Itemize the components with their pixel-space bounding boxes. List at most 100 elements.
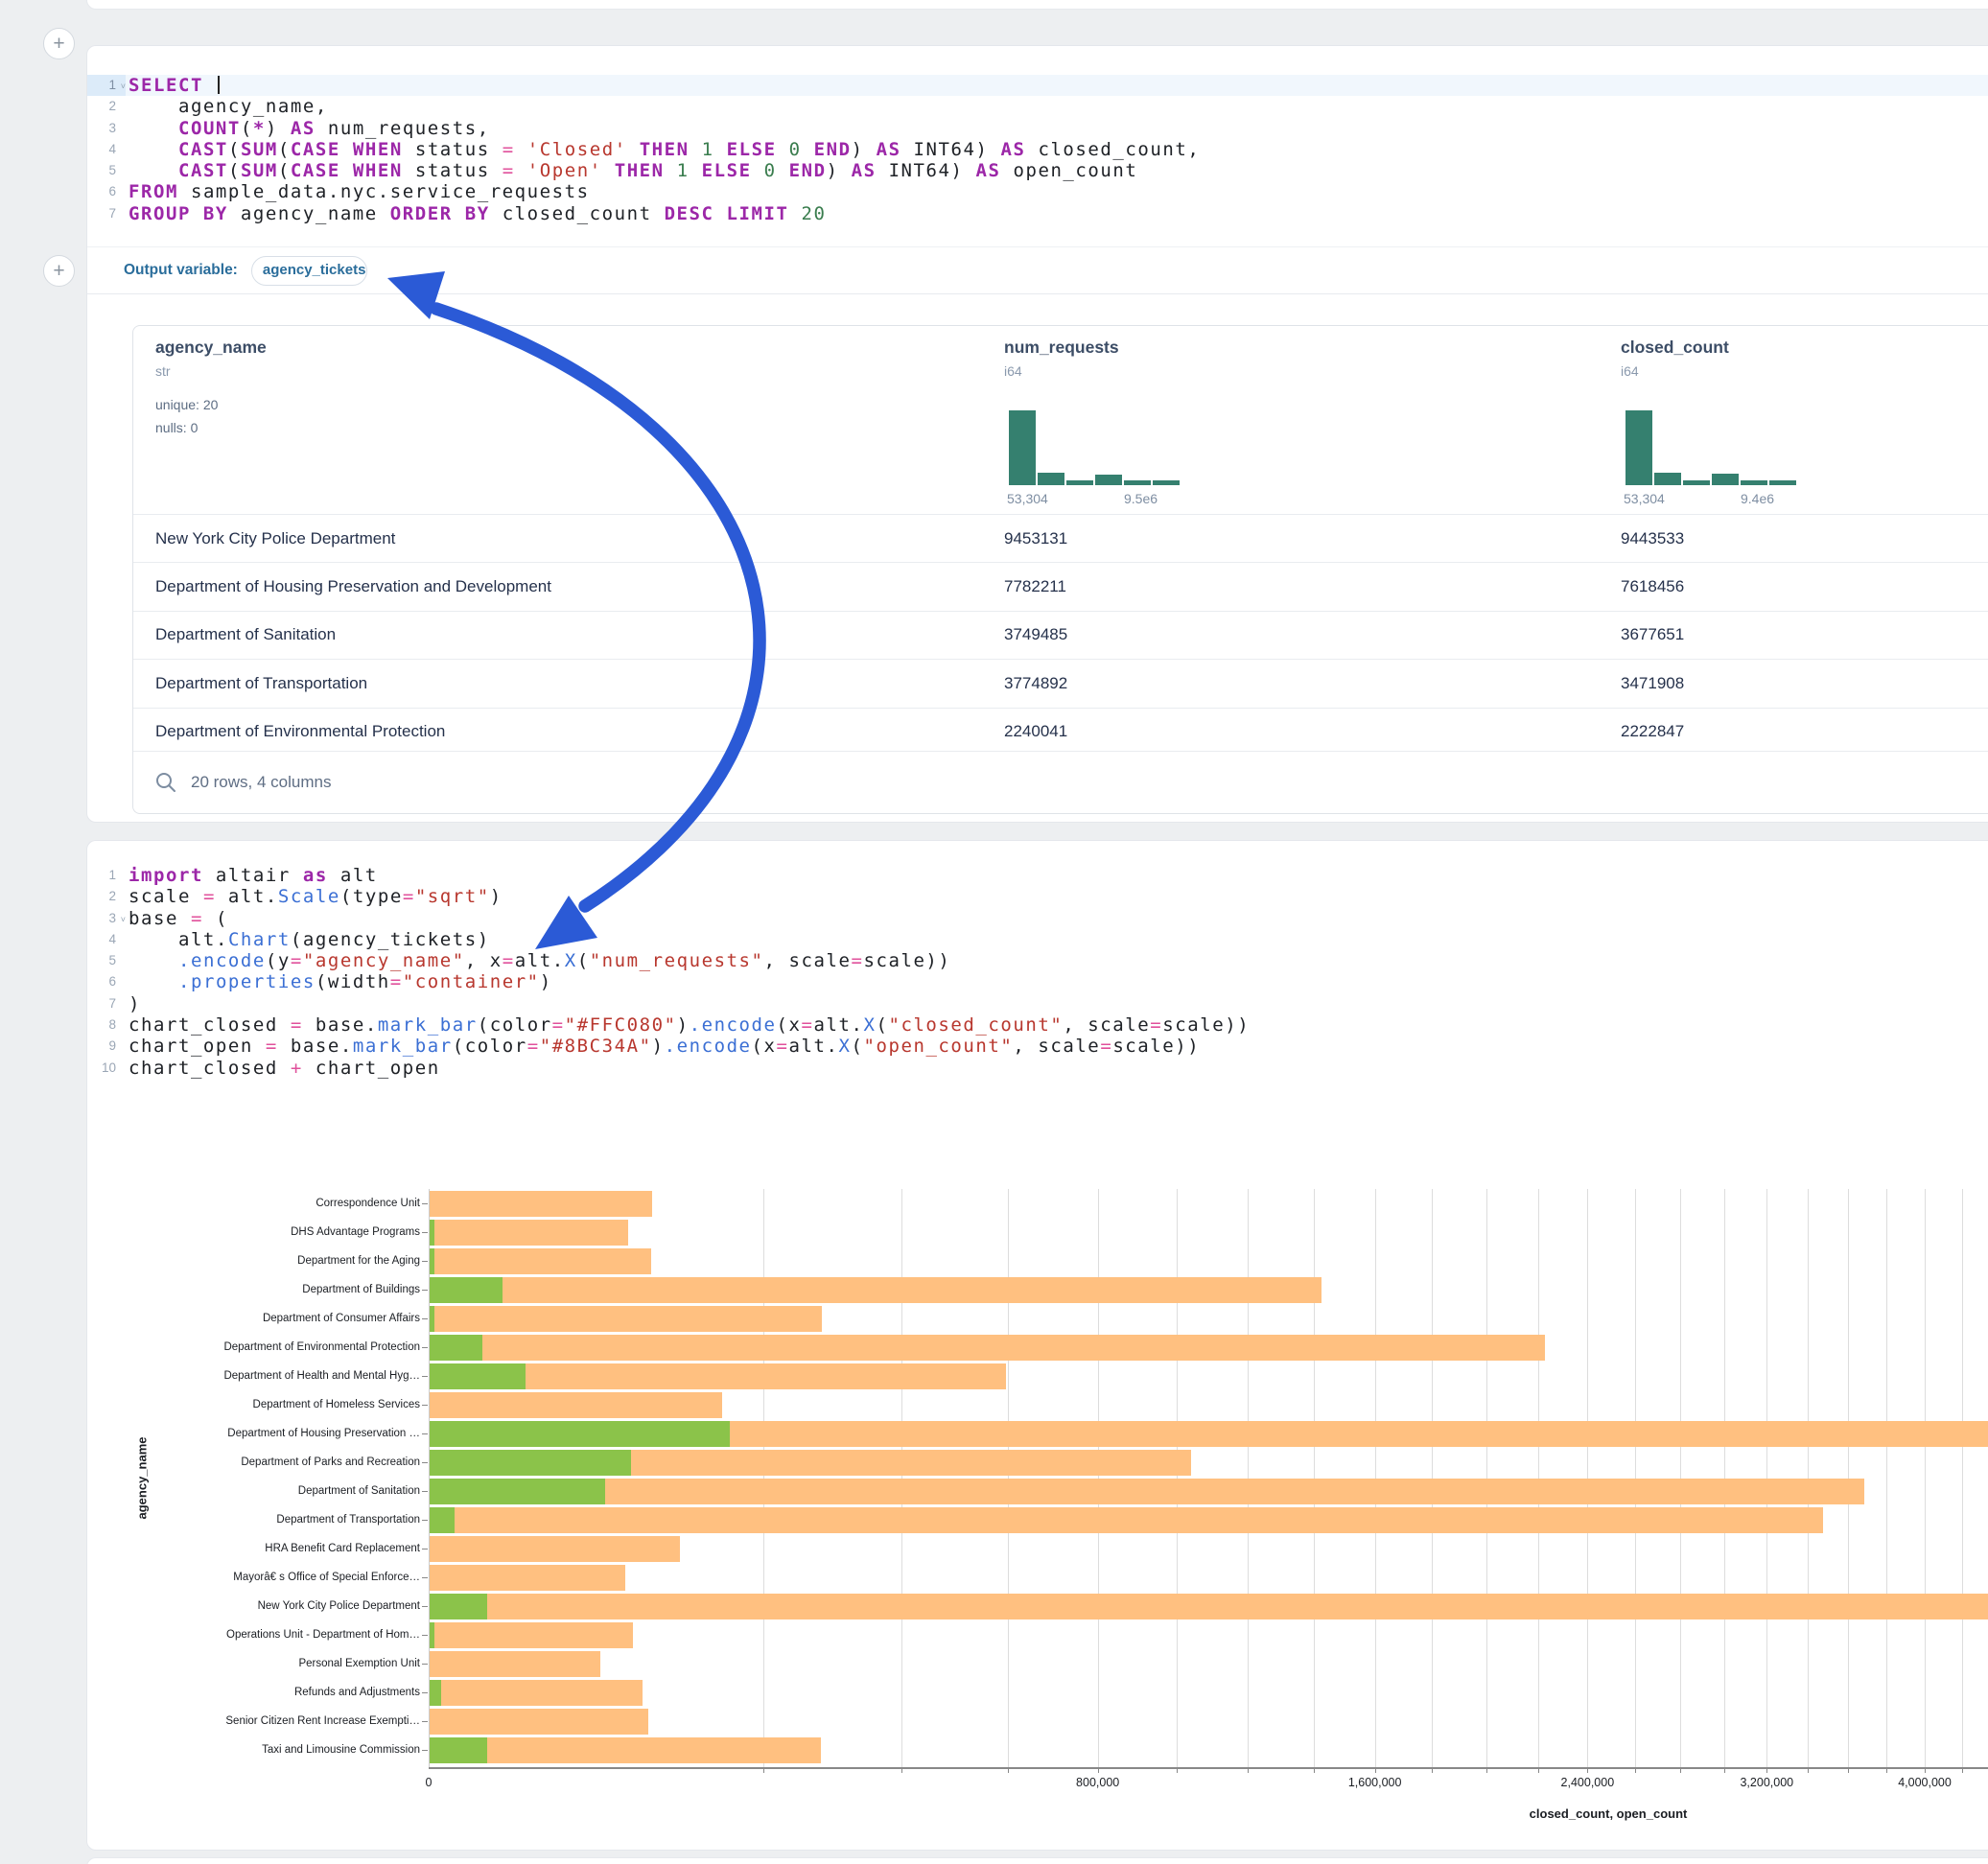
line-number: 3 (87, 118, 126, 139)
code-line[interactable]: 8chart_closed = base.mark_bar(color="#FF… (87, 1014, 1988, 1036)
add-block-button-middle[interactable]: + (43, 255, 75, 287)
table-row[interactable]: New York City Police Department 9453131 94… (133, 514, 1988, 562)
notebook-page: + + 1˅SELECT 2 agency_name,3 COUNT(*) AS… (0, 0, 1988, 1864)
code-line[interactable]: 6FROM sample_data.nyc.service_requests (87, 181, 1988, 202)
line-number: 9 (87, 1036, 126, 1057)
code-text: CAST(SUM(CASE WHEN status = 'Closed' THE… (126, 139, 1200, 160)
cell-value: 9453131 (1004, 529, 1067, 548)
code-line[interactable]: 4 alt.Chart(agency_tickets) (87, 929, 1988, 950)
cell-agency-name: Department of Sanitation (155, 625, 336, 644)
sql-result-area: New York City Police Department 9453131 94… (87, 294, 1988, 814)
histogram-max-label: 9.5e6 (1124, 491, 1158, 506)
code-line[interactable]: 2scale = alt.Scale(type="sqrt") (87, 886, 1988, 907)
code-line[interactable]: 9chart_open = base.mark_bar(color="#8BC3… (87, 1036, 1988, 1057)
cell-value: 2240041 (1004, 722, 1067, 741)
code-text: FROM sample_data.nyc.service_requests (126, 181, 590, 202)
column-type: i64 (1004, 363, 1022, 379)
sql-code-editor[interactable]: 1˅SELECT 2 agency_name,3 COUNT(*) AS num… (87, 46, 1988, 247)
output-variable-row: Output variable: agency_tickets (87, 247, 1988, 294)
code-line[interactable]: 4 CAST(SUM(CASE WHEN status = 'Closed' T… (87, 139, 1988, 160)
line-number: 5 (87, 950, 126, 971)
code-line[interactable]: 5 CAST(SUM(CASE WHEN status = 'Open' THE… (87, 160, 1988, 181)
line-number: 4 (87, 139, 126, 160)
text-cursor (218, 76, 220, 94)
column-type: str (155, 363, 171, 379)
code-line[interactable]: 1import altair as alt (87, 865, 1988, 886)
previous-cell-bottom-edge (86, 0, 1988, 10)
code-text: import altair as alt (126, 865, 378, 886)
histogram-min-label: 53,304 (1624, 491, 1665, 506)
table-row[interactable]: Department of Sanitation37494853677651 (133, 611, 1988, 659)
code-line[interactable]: 6 .properties(width="container") (87, 971, 1988, 992)
add-block-button-top[interactable]: + (43, 28, 75, 59)
next-cell-top-edge (86, 1857, 1988, 1864)
cell-value: 7618456 (1621, 577, 1684, 596)
sql-cell: 1˅SELECT 2 agency_name,3 COUNT(*) AS num… (86, 45, 1988, 823)
cell-value: 3774892 (1004, 674, 1067, 693)
code-text: GROUP BY agency_name ORDER BY closed_cou… (126, 203, 826, 224)
output-variable-label: Output variable: (124, 262, 238, 279)
cell-value: 7782211 (1004, 577, 1066, 596)
code-text: base = ( (126, 908, 228, 929)
line-number: 3˅ (87, 908, 126, 929)
code-text: SELECT (126, 75, 220, 96)
output-variable-badge[interactable]: agency_tickets (251, 256, 367, 286)
python-code-editor[interactable]: 1import altair as alt2scale = alt.Scale(… (87, 841, 1988, 1079)
line-number: 5 (87, 160, 126, 181)
cell-value: 2222847 (1621, 722, 1684, 741)
histogram-max-label: 9.4e6 (1741, 491, 1774, 506)
column-header: closed_count (1621, 338, 1729, 358)
line-number: 1 (87, 865, 126, 886)
cell-agency-name: New York City Police Department (155, 529, 395, 548)
column-histogram[interactable] (1009, 410, 1180, 485)
table-dimensions-label: 20 rows, 4 columns (191, 773, 331, 792)
column-stat: nulls: 0 (155, 420, 198, 435)
table-footer: 20 rows, 4 columns (133, 751, 1988, 813)
code-line[interactable]: 3 COUNT(*) AS num_requests, (87, 118, 1988, 139)
code-text: scale = alt.Scale(type="sqrt") (126, 886, 503, 907)
code-text: chart_closed = base.mark_bar(color="#FFC… (126, 1014, 1250, 1036)
table-row[interactable]: Department of Environmental Protection 22… (133, 708, 1988, 756)
code-line[interactable]: 7) (87, 993, 1988, 1014)
code-line[interactable]: 7GROUP BY agency_name ORDER BY closed_co… (87, 203, 1988, 224)
fold-chevron-icon[interactable]: ˅ (121, 909, 126, 930)
table-row[interactable]: Department of Housing Preservation and D… (133, 562, 1988, 610)
histogram-min-label: 53,304 (1007, 491, 1048, 506)
column-type: i64 (1621, 363, 1639, 379)
line-number: 10 (87, 1058, 126, 1079)
search-icon[interactable] (154, 771, 177, 794)
code-text: .properties(width="container") (126, 971, 552, 992)
code-text: ) (126, 993, 141, 1014)
table-row[interactable]: Department of Transportation 3774892 34719… (133, 659, 1988, 707)
code-line[interactable]: 10chart_closed + chart_open (87, 1058, 1988, 1079)
python-cell: 1import altair as alt2scale = alt.Scale(… (86, 840, 1988, 1851)
code-line[interactable]: 3˅base = ( (87, 908, 1988, 929)
fold-chevron-icon[interactable]: ˅ (121, 76, 126, 97)
line-number: 2 (87, 886, 126, 907)
cell-agency-name: Department of Housing Preservation and D… (155, 577, 551, 596)
line-number: 7 (87, 993, 126, 1014)
line-number: 8 (87, 1014, 126, 1036)
line-number: 6 (87, 971, 126, 992)
column-stat: unique: 20 (155, 397, 218, 412)
column-header: num_requests (1004, 338, 1119, 358)
line-number: 6 (87, 181, 126, 202)
code-text: agency_name, (126, 96, 328, 117)
code-text: alt.Chart(agency_tickets) (126, 929, 490, 950)
column-histogram[interactable] (1625, 410, 1796, 485)
code-text: COUNT(*) AS num_requests, (126, 118, 490, 139)
cell-agency-name: Department of Transportation (155, 674, 367, 693)
cell-value: 9443533 (1621, 529, 1684, 548)
cell-value: 3677651 (1621, 625, 1684, 644)
result-table: New York City Police Department 9453131 94… (132, 325, 1988, 814)
line-number: 2 (87, 96, 126, 117)
code-line[interactable]: 5 .encode(y="agency_name", x=alt.X("num_… (87, 950, 1988, 971)
cell-agency-name: Department of Environmental Protection (155, 722, 445, 741)
line-number: 4 (87, 929, 126, 950)
cell-value: 3471908 (1621, 674, 1684, 693)
column-header: agency_name (155, 338, 267, 358)
code-text: chart_closed + chart_open (126, 1058, 440, 1079)
code-text: CAST(SUM(CASE WHEN status = 'Open' THEN … (126, 160, 1137, 181)
code-line[interactable]: 2 agency_name, (87, 96, 1988, 117)
code-line[interactable]: 1˅SELECT (87, 75, 1988, 96)
